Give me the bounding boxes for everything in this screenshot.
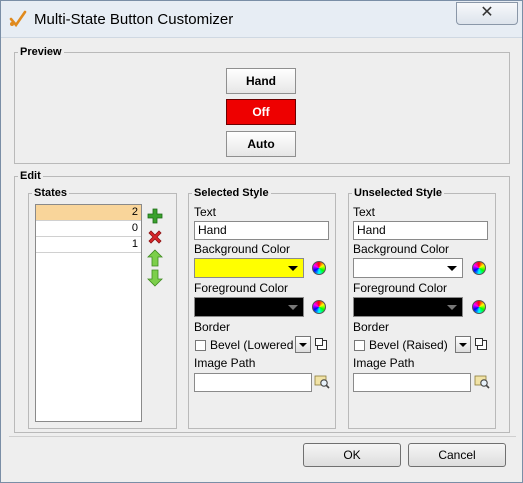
unselected-style-legend: Unselected Style (354, 187, 443, 199)
selected-border-checkbox[interactable] (195, 340, 206, 351)
selected-bg-color-combo[interactable] (194, 258, 304, 278)
selected-fg-label: Foreground Color (194, 281, 289, 295)
border-preview-icon (475, 338, 487, 350)
selected-border-value: Bevel (Lowered (210, 338, 294, 352)
unselected-border-dropdown[interactable] (455, 336, 471, 353)
title-bar[interactable]: Multi-State Button Customizer ✕ (1, 1, 522, 38)
footer-separator (9, 436, 516, 437)
unselected-border-checkbox[interactable] (354, 340, 365, 351)
selected-fg-color-combo[interactable] (194, 297, 304, 317)
selected-border-label: Border (194, 320, 231, 334)
move-down-icon[interactable] (147, 269, 163, 287)
add-icon[interactable] (147, 208, 163, 224)
chevron-down-icon (288, 305, 298, 310)
preview-legend: Preview (20, 46, 62, 58)
states-list[interactable]: 2 0 1 (35, 204, 142, 422)
selected-text-field[interactable]: Hand (194, 221, 329, 240)
close-icon: ✕ (480, 4, 494, 21)
checkmark-app-icon (9, 10, 27, 28)
state-row[interactable]: 2 (36, 205, 141, 221)
ok-button[interactable]: OK (303, 443, 401, 467)
unselected-fg-label: Foreground Color (353, 281, 448, 295)
color-wheel-icon[interactable] (472, 261, 486, 275)
unselected-image-path-field[interactable] (353, 373, 471, 392)
ok-label: OK (343, 448, 361, 462)
selected-image-label: Image Path (194, 356, 256, 370)
unselected-fg-color-combo[interactable] (353, 297, 463, 317)
chevron-down-icon (447, 266, 457, 271)
selected-border-dropdown[interactable] (295, 336, 311, 353)
color-wheel-icon[interactable] (472, 300, 486, 314)
window-title: Multi-State Button Customizer (34, 11, 234, 28)
preview-button-hand[interactable]: Hand (226, 68, 296, 94)
browse-image-icon[interactable] (474, 374, 490, 390)
selected-bg-label: Background Color (194, 242, 291, 256)
chevron-down-icon (447, 305, 457, 310)
unselected-border-value: Bevel (Raised) (369, 338, 448, 352)
unselected-text-field[interactable]: Hand (353, 221, 488, 240)
unselected-text-label: Text (353, 205, 376, 219)
unselected-bg-color-combo[interactable] (353, 258, 463, 278)
chevron-down-icon (288, 266, 298, 271)
selected-image-path-field[interactable] (194, 373, 312, 392)
cancel-label: Cancel (438, 448, 476, 462)
cancel-button[interactable]: Cancel (408, 443, 506, 467)
edit-legend: Edit (20, 170, 41, 182)
delete-icon[interactable] (147, 229, 163, 245)
move-up-icon[interactable] (147, 249, 163, 267)
state-row[interactable]: 0 (36, 221, 141, 237)
preview-button-off[interactable]: Off (226, 99, 296, 125)
dialog-window: Multi-State Button Customizer ✕ Preview … (0, 0, 523, 483)
color-wheel-icon[interactable] (312, 261, 326, 275)
color-wheel-icon[interactable] (312, 300, 326, 314)
state-row[interactable]: 1 (36, 237, 141, 253)
selected-style-legend: Selected Style (194, 187, 269, 199)
unselected-bg-label: Background Color (353, 242, 450, 256)
unselected-border-label: Border (353, 320, 390, 334)
browse-image-icon[interactable] (314, 374, 330, 390)
close-button[interactable]: ✕ (456, 2, 518, 25)
unselected-image-label: Image Path (353, 356, 415, 370)
preview-button-auto[interactable]: Auto (226, 131, 296, 157)
states-legend: States (34, 187, 68, 199)
border-preview-icon (315, 338, 327, 350)
selected-text-label: Text (194, 205, 217, 219)
